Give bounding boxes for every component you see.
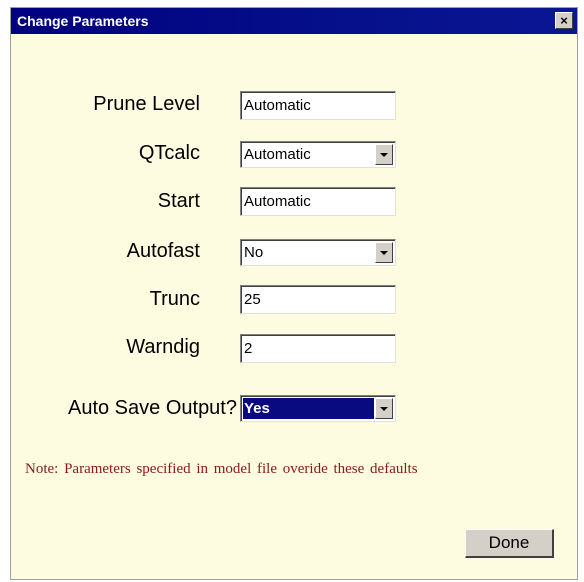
auto-save-value: Yes (244, 400, 270, 417)
prune-level-value: Automatic (244, 97, 311, 114)
done-button[interactable]: Done (465, 529, 554, 558)
prune-level-input[interactable]: Automatic (240, 91, 396, 120)
auto-save-label: Auto Save Output? (67, 397, 237, 419)
chevron-down-icon (380, 250, 388, 255)
prune-level-label: Prune Level (93, 93, 200, 115)
close-button[interactable]: × (555, 12, 573, 29)
trunc-value: 25 (244, 291, 261, 308)
autofast-dropdown-button[interactable] (375, 242, 393, 263)
qtcalc-value: Automatic (244, 146, 311, 163)
window-title: Change Parameters (17, 13, 149, 29)
defaults-note: Note: Parameters specified in model file… (25, 461, 418, 477)
qtcalc-select[interactable]: Automatic (240, 141, 396, 168)
start-input[interactable]: Automatic (240, 187, 396, 216)
auto-save-select[interactable]: Yes (240, 395, 396, 422)
autofast-value: No (244, 244, 264, 261)
title-bar[interactable]: Change Parameters × (11, 8, 577, 34)
warndig-input[interactable]: 2 (240, 334, 396, 363)
autofast-label: Autofast (126, 240, 200, 262)
trunc-input[interactable]: 25 (240, 285, 396, 314)
warndig-label: Warndig (126, 336, 200, 358)
change-parameters-dialog: Change Parameters × Prune Level Automati… (10, 7, 578, 580)
autofast-select[interactable]: No (240, 239, 396, 266)
chevron-down-icon (380, 152, 388, 157)
trunc-label: Trunc (149, 288, 200, 310)
qtcalc-dropdown-button[interactable] (375, 144, 393, 165)
start-label: Start (157, 190, 200, 212)
chevron-down-icon (380, 406, 388, 411)
warndig-value: 2 (244, 340, 253, 357)
qtcalc-label: QTcalc (138, 142, 200, 164)
close-icon: × (560, 13, 568, 28)
start-value: Automatic (244, 193, 311, 210)
auto-save-dropdown-button[interactable] (375, 398, 393, 419)
